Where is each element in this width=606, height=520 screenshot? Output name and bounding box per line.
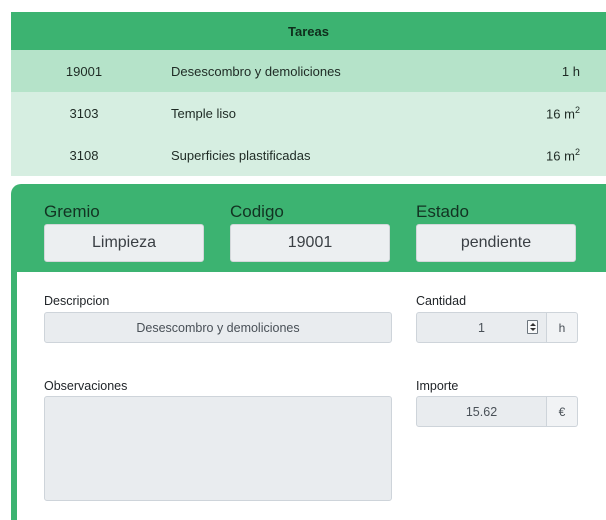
table-row[interactable]: 3108 Superficies plastificadas 16 m2 bbox=[11, 134, 606, 176]
cantidad-label: Cantidad bbox=[416, 294, 467, 308]
task-qty-exponent: 2 bbox=[574, 104, 580, 115]
detail-body: Descripcion Desescombro y demoliciones C… bbox=[17, 272, 606, 520]
task-code: 3108 bbox=[69, 147, 99, 163]
table-row[interactable]: 19001 Desescombro y demoliciones 1 h bbox=[11, 50, 606, 92]
importe-currency-addon: € bbox=[547, 396, 578, 427]
gremio-field[interactable]: Limpieza bbox=[44, 224, 204, 262]
tasks-title: Tareas bbox=[288, 23, 329, 39]
quantity-stepper[interactable] bbox=[527, 320, 538, 334]
task-description: Temple liso bbox=[171, 105, 237, 121]
descripcion-label: Descripcion bbox=[44, 294, 110, 308]
estado-label: Estado bbox=[416, 202, 469, 221]
task-qty-unit: m bbox=[564, 106, 575, 122]
task-qty-exponent: 2 bbox=[574, 146, 580, 157]
tasks-header: Tareas bbox=[11, 12, 606, 50]
table-row[interactable]: 3103 Temple liso 16 m2 bbox=[11, 92, 606, 134]
tasks-table: Tareas 19001 Desescombro y demoliciones … bbox=[11, 12, 606, 176]
task-quantity: 16 m2 bbox=[490, 147, 606, 163]
task-quantity: 16 m2 bbox=[490, 105, 606, 121]
cantidad-unit-addon: h bbox=[547, 312, 578, 343]
top-fields: Gremio Limpieza Codigo 19001 Estado pend… bbox=[11, 184, 606, 270]
estado-field[interactable]: pendiente bbox=[416, 224, 576, 262]
task-quantity: 1 h bbox=[490, 64, 606, 79]
importe-label: Importe bbox=[416, 379, 459, 393]
cantidad-value: 1 bbox=[478, 320, 485, 335]
importe-field[interactable]: 15.62 bbox=[416, 396, 547, 427]
codigo-field[interactable]: 19001 bbox=[230, 224, 390, 262]
stepper-down-icon[interactable] bbox=[529, 328, 536, 331]
task-qty-value: 16 bbox=[546, 148, 561, 164]
task-qty-value: 1 bbox=[561, 63, 570, 79]
descripcion-field[interactable]: Desescombro y demoliciones bbox=[44, 312, 392, 343]
task-qty-unit: h bbox=[572, 63, 580, 79]
observaciones-label: Observaciones bbox=[44, 379, 128, 393]
task-code: 3103 bbox=[69, 105, 99, 121]
task-qty-value: 16 bbox=[546, 106, 561, 122]
gremio-label: Gremio bbox=[44, 202, 100, 221]
task-detail-panel: Gremio Limpieza Codigo 19001 Estado pend… bbox=[11, 184, 606, 520]
observaciones-textarea[interactable] bbox=[44, 396, 392, 501]
task-description: Superficies plastificadas bbox=[171, 147, 311, 163]
stepper-up-icon[interactable] bbox=[529, 323, 536, 326]
codigo-label: Codigo bbox=[230, 202, 284, 221]
task-qty-unit: m bbox=[564, 148, 575, 164]
task-code: 19001 bbox=[65, 63, 103, 79]
task-description: Desescombro y demoliciones bbox=[171, 63, 341, 79]
